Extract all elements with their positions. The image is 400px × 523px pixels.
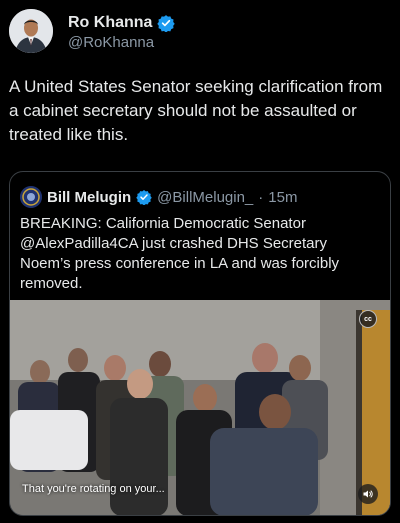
quoted-author-handle[interactable]: @BillMelugin_	[157, 189, 253, 206]
quoted-author-avatar[interactable]	[20, 186, 42, 208]
video-player[interactable]: cc That you're rotating on your...	[10, 300, 390, 515]
tweet-header: Ro Khanna @RoKhanna	[8, 8, 392, 56]
closed-captions-icon: cc	[364, 315, 372, 323]
video-caption: That you're rotating on your...	[22, 483, 165, 495]
author-avatar[interactable]	[9, 9, 53, 53]
verified-badge-icon	[157, 15, 176, 32]
quoted-author-name[interactable]: Bill Melugin	[47, 189, 131, 206]
volume-button[interactable]	[358, 484, 378, 504]
timestamp-separator: ·	[258, 188, 264, 206]
quoted-tweet-header: Bill Melugin @BillMelugin_ · 15m	[20, 186, 297, 208]
quoted-verified-badge-icon	[136, 190, 152, 205]
quoted-tweet-text: BREAKING: California Democratic Senator …	[20, 215, 340, 292]
author-handle[interactable]: @RoKhanna	[68, 34, 154, 51]
tweet-text: A United States Senator seeking clarific…	[9, 77, 383, 144]
author-display-name[interactable]: Ro Khanna	[68, 14, 152, 32]
closed-captions-button[interactable]: cc	[359, 310, 377, 328]
quoted-timestamp[interactable]: 15m	[268, 189, 297, 206]
volume-icon	[363, 490, 373, 498]
quoted-tweet-card[interactable]: Bill Melugin @BillMelugin_ · 15m BREAKIN…	[9, 171, 391, 516]
